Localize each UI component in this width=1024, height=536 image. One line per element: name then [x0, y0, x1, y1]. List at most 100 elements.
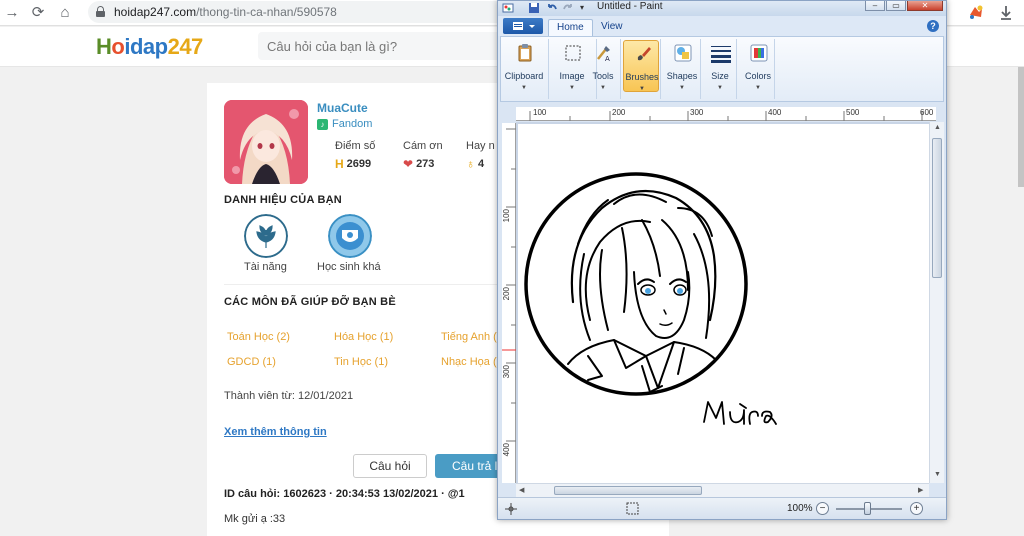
cursor-position-icon: [505, 503, 517, 515]
ruler-label: 200: [612, 108, 626, 117]
download-icon[interactable]: [996, 3, 1016, 23]
question-meta: ID câu hỏi: 1602623 · 20:34:53 13/02/202…: [224, 488, 465, 500]
scroll-up-icon[interactable]: ▲: [934, 124, 941, 131]
address-bar[interactable]: hoidap247.com/thong-tin-ca-nhan/590578: [88, 1, 508, 23]
colors-icon: [750, 44, 768, 62]
site-logo[interactable]: Hoidap247: [96, 34, 203, 60]
extension-icon[interactable]: [966, 3, 986, 23]
heart-icon: ❤: [403, 157, 414, 171]
tools-button[interactable]: A Tools ▼: [585, 40, 621, 92]
qat-dropdown-icon[interactable]: ▾: [580, 3, 584, 12]
line-drawing: [524, 172, 777, 425]
subjects-heading: CÁC MÔN ĐÃ GIÚP ĐỠ BẠN BÈ: [224, 296, 396, 308]
dropdown-arrow-icon: ▼: [521, 85, 527, 91]
ribbon-group-shapes: Shapes ▼: [661, 39, 701, 99]
help-icon[interactable]: ?: [927, 20, 939, 32]
ruler-label: 500: [846, 108, 860, 117]
canvas-area: [516, 122, 929, 483]
size-button[interactable]: Size ▼: [702, 40, 738, 92]
group-tag[interactable]: ♪ Fandom: [317, 118, 372, 130]
size-lines-icon: [711, 46, 731, 63]
tab-home[interactable]: Home: [548, 19, 593, 36]
file-menu-icon: [513, 22, 535, 30]
ribbon-label: Colors: [744, 71, 771, 81]
selection-size-icon: [626, 502, 639, 515]
ruler-label: 100: [502, 209, 511, 223]
ruler-label: 300: [690, 108, 704, 117]
ribbon-group-brushes: Brushes ▼: [621, 39, 661, 99]
brushes-button[interactable]: Brushes ▼: [623, 40, 659, 92]
ruler-ticks: [529, 111, 923, 121]
subject-link[interactable]: Nhạc Họa (: [441, 356, 497, 368]
colors-button[interactable]: Colors ▼: [740, 40, 776, 92]
questions-tab-button[interactable]: Câu hỏi: [353, 454, 427, 478]
forward-arrow-icon[interactable]: →: [2, 3, 22, 23]
ribbon-label: Clipboard: [504, 71, 544, 81]
save-icon[interactable]: [528, 2, 540, 14]
canvas-vertical-scrollbar[interactable]: ▲ ▼: [929, 122, 944, 483]
more-info-link[interactable]: Xem thêm thông tin: [224, 426, 327, 438]
ruler-label: 400: [768, 108, 782, 117]
subject-link[interactable]: Toán Học (2): [227, 331, 290, 343]
paint-status-bar: 100% − +: [498, 497, 946, 519]
stat-thanks: Cám ơn ❤ 273: [403, 140, 443, 171]
medal-icon: ♁: [466, 157, 475, 171]
maximize-icon[interactable]: ▭: [886, 1, 906, 11]
scroll-right-icon[interactable]: ▶: [918, 486, 923, 494]
tab-view[interactable]: View: [593, 19, 631, 36]
ruler-label: 100: [533, 108, 547, 117]
svg-text:A: A: [605, 55, 610, 63]
file-menu-button[interactable]: [503, 18, 543, 34]
shapes-icon: [674, 44, 692, 62]
minimize-icon[interactable]: –: [865, 1, 885, 11]
ribbon-tabs: Home View ?: [498, 16, 946, 36]
canvas-horizontal-scrollbar[interactable]: ◀ ▶: [516, 483, 929, 497]
subject-link[interactable]: Tiếng Anh (: [441, 331, 497, 343]
titles-heading: DANH HIỆU CỦA BẠN: [224, 194, 342, 206]
good-student-badge-icon[interactable]: [328, 214, 372, 258]
reload-icon[interactable]: ⟳: [28, 3, 48, 23]
clipboard-icon: [518, 44, 532, 62]
page-scrollbar-thumb[interactable]: [1018, 67, 1024, 187]
stat-best: Hay n ♁ 4: [466, 140, 495, 171]
username[interactable]: MuaCute: [317, 101, 368, 115]
talent-badge-icon[interactable]: [244, 214, 288, 258]
subject-link[interactable]: GDCD (1): [227, 356, 276, 368]
dropdown-arrow-icon: ▼: [755, 85, 761, 91]
fandom-badge-icon: ♪: [317, 118, 328, 130]
points-icon: H: [335, 157, 344, 171]
ruler-label: 300: [502, 365, 511, 379]
stat-label: Hay n: [466, 140, 495, 152]
home-icon[interactable]: ⌂: [55, 3, 75, 23]
vertical-scroll-thumb[interactable]: [932, 138, 942, 278]
horizontal-scroll-thumb[interactable]: [554, 486, 702, 495]
paint-app-icon[interactable]: [502, 2, 514, 14]
clipboard-button[interactable]: Clipboard ▼: [505, 40, 543, 92]
window-title: Untitled - Paint: [597, 1, 663, 12]
dropdown-arrow-icon: ▼: [679, 85, 685, 91]
ribbon-label: Tools: [592, 71, 614, 81]
undo-icon[interactable]: [546, 2, 558, 14]
redo-icon[interactable]: [562, 2, 574, 14]
zoom-out-icon[interactable]: −: [816, 502, 829, 515]
zoom-in-icon[interactable]: +: [910, 502, 923, 515]
ruler-label: 600: [920, 108, 934, 117]
subject-link[interactable]: Tin Học (1): [334, 356, 388, 368]
stat-points: Điểm số H 2699: [335, 140, 375, 171]
shapes-button[interactable]: Shapes ▼: [664, 40, 700, 92]
paint-titlebar[interactable]: ▾ Untitled - Paint – ▭ ✕: [498, 1, 946, 16]
scroll-left-icon[interactable]: ◀: [519, 486, 524, 494]
drawing-canvas[interactable]: [518, 124, 929, 483]
scroll-down-icon[interactable]: ▼: [934, 471, 941, 478]
ribbon-group-clipboard: Clipboard ▼: [503, 39, 549, 99]
zoom-slider-thumb[interactable]: [864, 502, 871, 515]
subject-link[interactable]: Hóa Học (1): [334, 331, 393, 343]
zoom-level: 100%: [787, 503, 813, 514]
close-icon[interactable]: ✕: [907, 1, 943, 11]
avatar[interactable]: [224, 100, 308, 184]
ribbon-group-colors: Colors ▼: [737, 39, 775, 99]
stat-value: 273: [416, 158, 435, 170]
image-select-icon: [565, 45, 581, 61]
stat-value: 2699: [346, 158, 372, 170]
ribbon-home: Clipboard ▼ Image ▼ A Tools ▼ Brushes ▼: [500, 36, 944, 102]
